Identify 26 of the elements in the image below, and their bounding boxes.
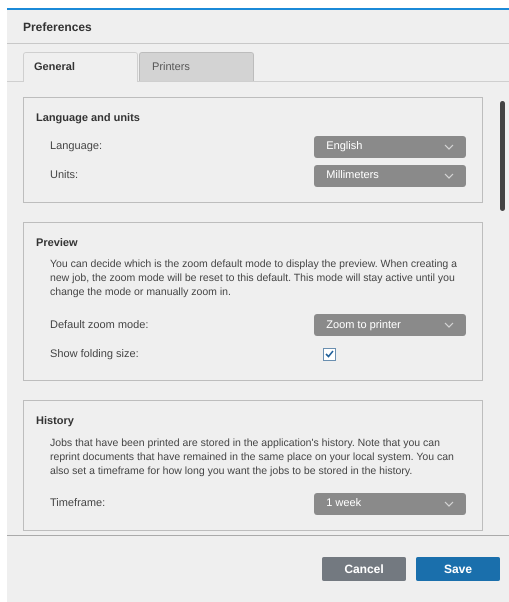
field-label: Default zoom mode: [50, 318, 150, 333]
section-heading: History [36, 414, 75, 429]
section-description: Jobs that have been printed are stored in the application's history. Note that you can reprint documents that have remained in the same place on your local system. You can also set a timeframe for how long you want the jobs to be stored in the history. [49, 436, 455, 478]
save-button[interactable]: Save [416, 557, 500, 581]
field-label: Language: [50, 139, 103, 154]
section-description: You can decide which is the zoom default mode to display the preview. When creating a new job, the zoom mode will be reset to this default. This mode will stay active until you change the mode or manually zoom in. [49, 257, 458, 299]
dropdown[interactable]: Zoom to printer [314, 314, 466, 336]
field-label: Timeframe: [50, 496, 106, 512]
cancel-button[interactable]: Cancel [322, 557, 406, 581]
check-icon [325, 350, 334, 358]
tab[interactable]: Printers [139, 52, 254, 81]
section-heading: Language and units [36, 111, 141, 126]
field-label: Units: [50, 168, 80, 184]
field-label: Show folding size: [50, 346, 140, 362]
chevron-down-icon [444, 322, 454, 328]
scrollbar-thumb[interactable] [500, 101, 505, 211]
chevron-down-icon [444, 144, 454, 150]
section-heading: Preview [36, 236, 79, 250]
chevron-down-icon [444, 500, 454, 506]
dropdown[interactable]: English [314, 136, 466, 158]
checkbox[interactable] [323, 348, 336, 360]
tab[interactable]: General [23, 52, 138, 82]
dropdown[interactable]: Millimeters [314, 164, 466, 186]
chevron-down-icon [444, 172, 454, 178]
dropdown[interactable]: 1 week [314, 492, 466, 514]
window-title: Preferences [23, 18, 92, 36]
